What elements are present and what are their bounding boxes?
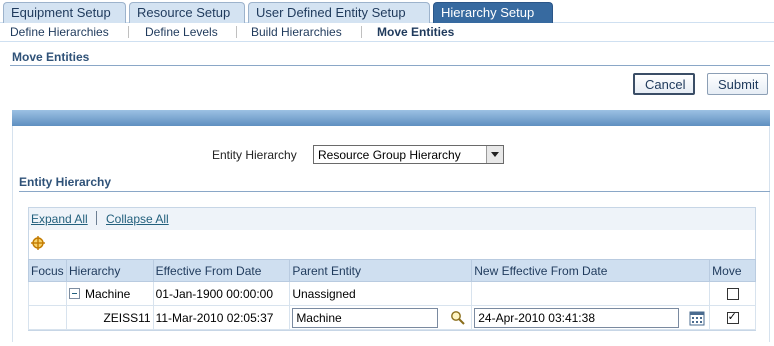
tab-equipment-setup[interactable]: Equipment Setup <box>3 2 126 23</box>
table-header-row: Focus Hierarchy Effective From Date Pare… <box>28 259 756 282</box>
effective-from-cell: 01-Jan-1900 00:00:00 <box>152 281 291 306</box>
move-cell <box>709 305 756 330</box>
chevron-down-icon[interactable] <box>486 146 503 163</box>
subnav-separator <box>361 26 362 38</box>
control-separator <box>96 211 97 225</box>
subnav-build-hierarchies[interactable]: Build Hierarchies <box>251 25 342 39</box>
column-header-effective-from-date: Effective From Date <box>152 259 291 282</box>
cancel-button[interactable]: Cancel <box>633 73 695 95</box>
parent-entity-cell: Machine <box>289 305 473 330</box>
page-title: Move Entities <box>12 50 90 64</box>
tab-hierarchy-setup[interactable]: Hierarchy Setup <box>433 2 553 23</box>
subnav-move-entities[interactable]: Move Entities <box>377 25 454 39</box>
column-header-parent-entity: Parent Entity <box>289 259 473 282</box>
focus-cell <box>28 281 67 306</box>
hierarchy-name: ZEISS11 <box>103 310 151 325</box>
sub-navigation: Define Hierarchies Define Levels Build H… <box>0 23 774 42</box>
move-checkbox[interactable] <box>726 288 739 301</box>
expand-all-link[interactable]: Expand All <box>31 212 88 226</box>
collapse-node-icon[interactable] <box>68 287 80 299</box>
collapse-all-link[interactable]: Collapse All <box>106 212 169 226</box>
entity-hierarchy-label: Entity Hierarchy <box>212 148 297 162</box>
new-effective-date-cell <box>471 281 711 306</box>
column-header-move: Move <box>709 259 756 282</box>
column-header-new-effective-from-date: New Effective From Date <box>471 259 711 282</box>
effective-from-cell: 11-Mar-2010 02:05:37 <box>152 305 291 330</box>
subnav-separator <box>236 26 237 38</box>
entity-hierarchy-selected-value: Resource Group Hierarchy <box>318 148 461 162</box>
hierarchy-name: Machine <box>84 286 131 301</box>
search-icon[interactable] <box>450 310 466 326</box>
move-cell <box>709 281 756 306</box>
hierarchy-cell: ZEISS11 <box>65 305 154 330</box>
column-header-hierarchy: Hierarchy <box>65 259 154 282</box>
page-title-divider <box>10 65 770 66</box>
new-effective-date-cell: 24-Apr-2010 03:41:38 <box>471 305 711 330</box>
table-row: Machine 01-Jan-1900 00:00:00 Unassigned <box>28 281 756 306</box>
hierarchy-table: Focus Hierarchy Effective From Date Pare… <box>28 259 756 330</box>
content-panel-header-bar <box>12 110 770 126</box>
new-effective-date-input[interactable]: 24-Apr-2010 03:41:38 <box>474 307 680 328</box>
focus-crosshair-icon[interactable] <box>31 236 45 250</box>
main-tab-bar: Equipment Setup Resource Setup User Defi… <box>0 0 774 23</box>
subnav-define-levels[interactable]: Define Levels <box>145 25 218 39</box>
submit-button[interactable]: Submit <box>707 73 768 95</box>
entity-hierarchy-select[interactable]: Resource Group Hierarchy <box>313 145 504 164</box>
calendar-icon[interactable] <box>689 310 705 326</box>
tab-user-defined-entity-setup[interactable]: User Defined Entity Setup <box>248 2 430 23</box>
section-title: Entity Hierarchy <box>19 175 112 189</box>
column-header-focus: Focus <box>28 259 67 282</box>
hierarchy-cell: Machine <box>65 281 154 306</box>
tab-resource-setup[interactable]: Resource Setup <box>129 2 245 23</box>
subnav-define-hierarchies[interactable]: Define Hierarchies <box>10 25 109 39</box>
parent-entity-input[interactable]: Machine <box>292 307 439 328</box>
table-row: ZEISS11 11-Mar-2010 02:05:37 Machine 24-… <box>28 305 756 330</box>
move-checkbox[interactable] <box>726 310 739 325</box>
parent-entity-cell: Unassigned <box>289 281 473 306</box>
focus-cell <box>28 305 67 330</box>
subnav-separator <box>128 26 129 38</box>
section-divider <box>19 191 770 192</box>
